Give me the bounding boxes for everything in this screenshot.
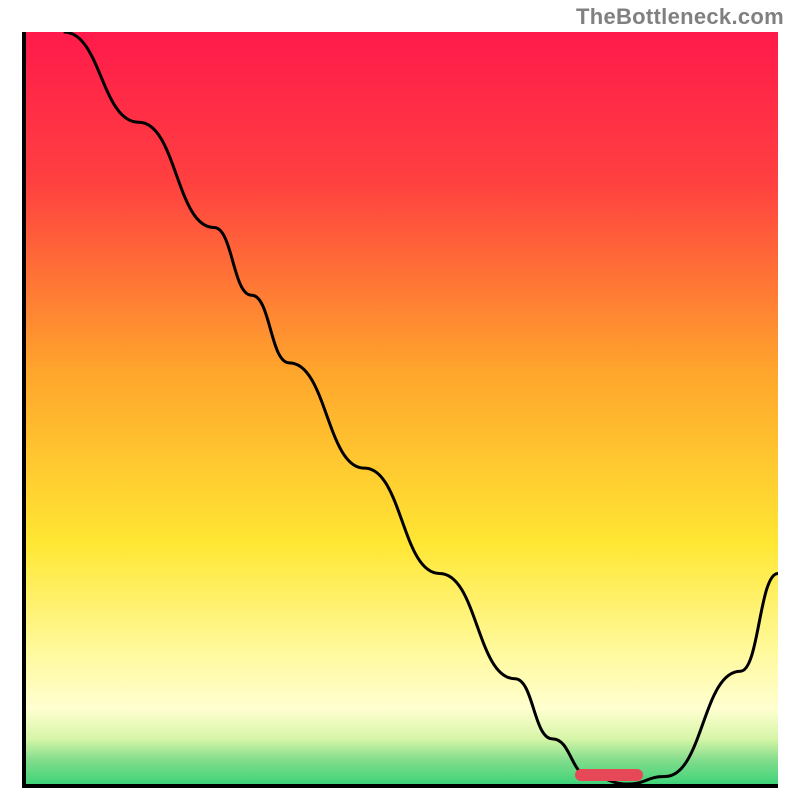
bottleneck-curve <box>26 32 778 784</box>
watermark-text: TheBottleneck.com <box>576 4 784 30</box>
plot-area <box>22 32 778 788</box>
optimum-marker <box>575 769 643 781</box>
chart-container: TheBottleneck.com <box>0 0 800 800</box>
